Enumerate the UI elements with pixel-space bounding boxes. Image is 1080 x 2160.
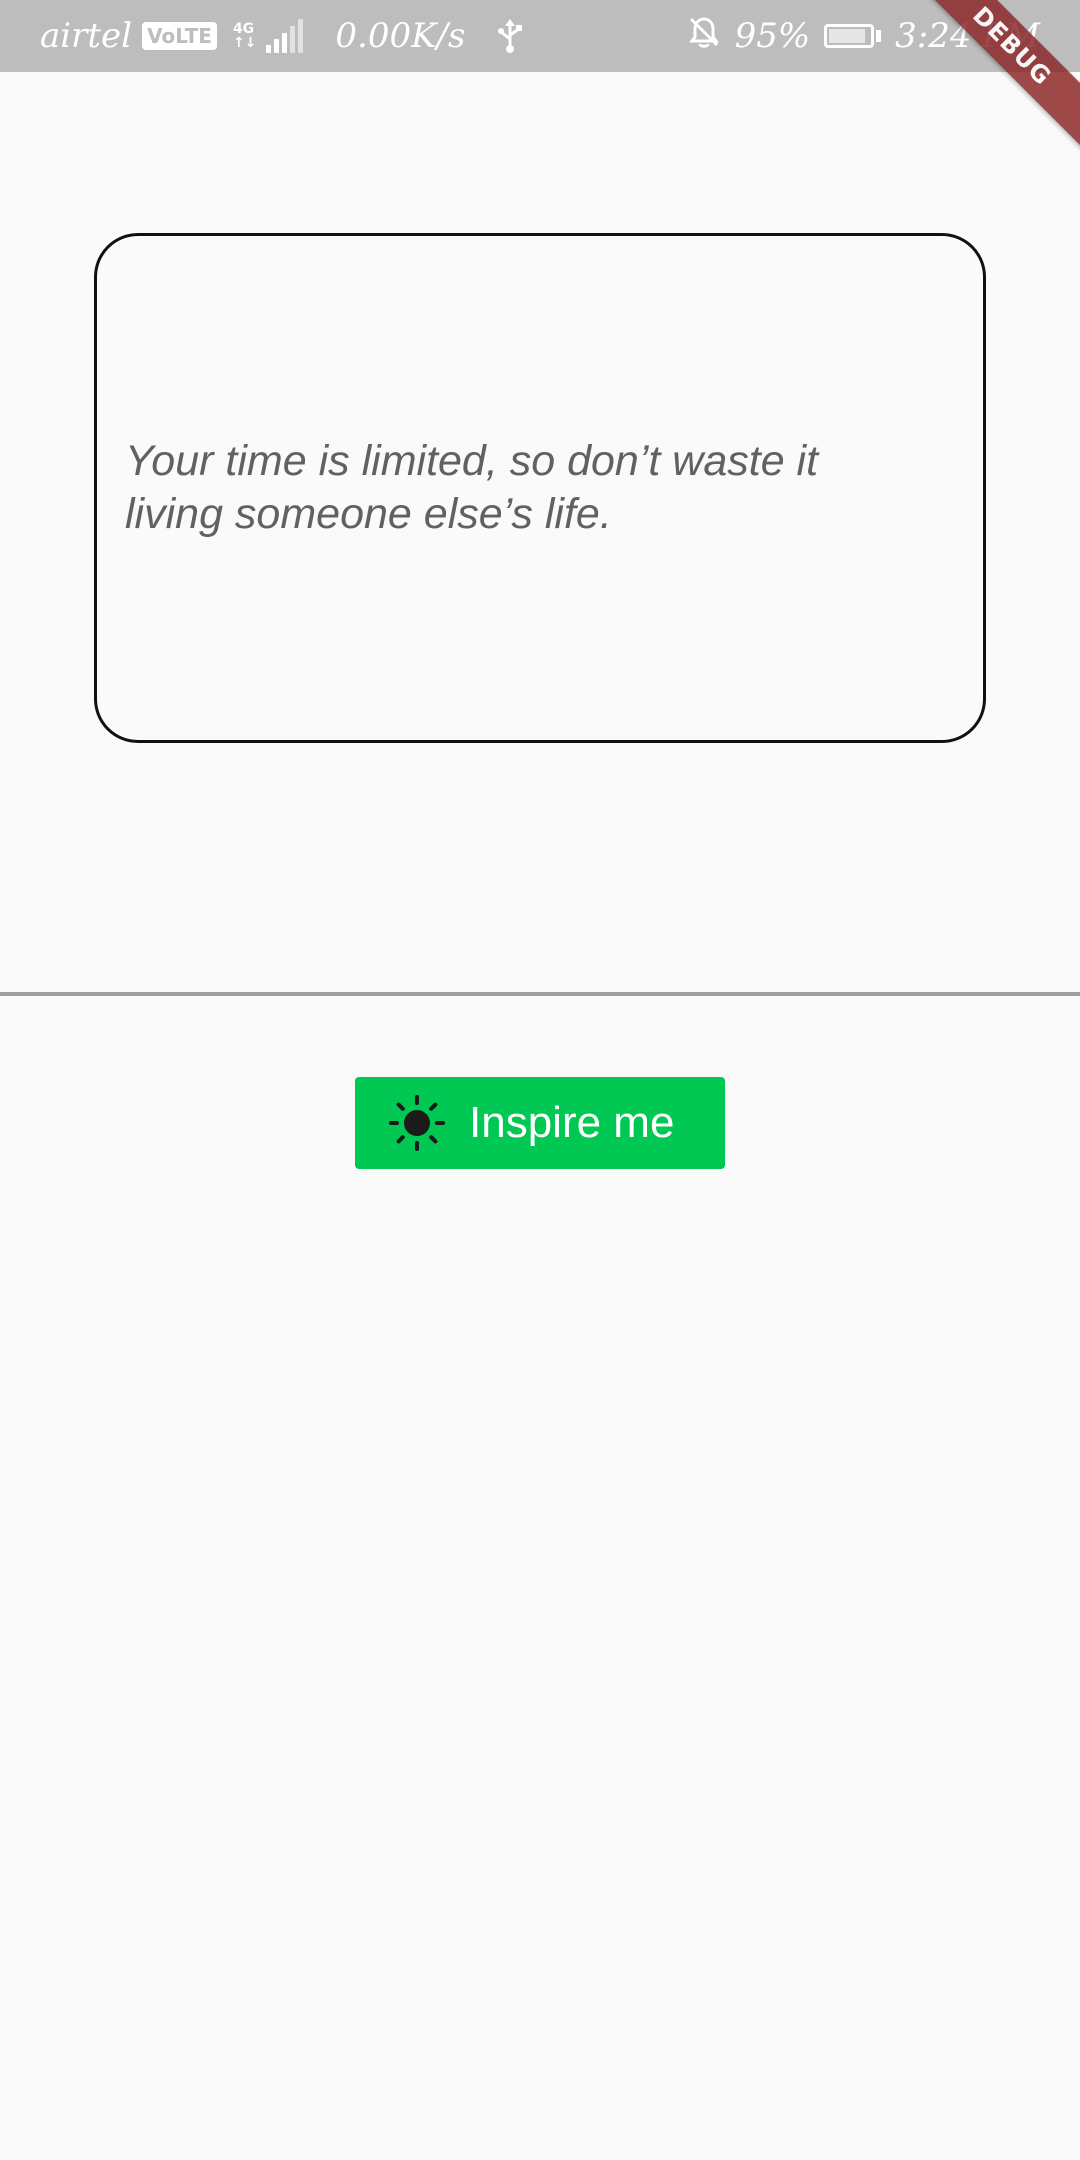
battery-fill (829, 29, 866, 43)
network-type: 4G ↑↓ (233, 22, 256, 50)
inspire-me-label: Inspire me (469, 1098, 675, 1147)
carrier-label: airtel (40, 16, 133, 56)
quote-text: Your time is limited, so don’t waste it … (125, 437, 819, 538)
battery-tip (876, 30, 882, 42)
battery-charging-icon (824, 24, 882, 48)
divider (0, 992, 1080, 996)
quote-card: Your time is limited, so don’t waste it … (94, 233, 986, 743)
volte-badge: VoLTE (142, 22, 217, 50)
usb-icon (497, 19, 523, 53)
signal-icon (266, 19, 304, 53)
network-speed: 0.00K/s (335, 16, 466, 56)
bell-off-icon (687, 15, 721, 58)
network-type-label: 4G (232, 21, 255, 37)
battery-body (824, 24, 875, 48)
status-bar: airtel VoLTE 4G ↑↓ 0.00K/s 95% 3:24 PM (0, 0, 1080, 72)
app-screen: airtel VoLTE 4G ↑↓ 0.00K/s 95% 3:24 PM D… (0, 0, 1080, 2160)
inspire-me-button[interactable]: Inspire me (355, 1077, 725, 1169)
sun-icon (385, 1091, 449, 1155)
status-bar-left: airtel VoLTE 4G ↑↓ 0.00K/s (40, 0, 523, 72)
battery-percent: 95% (734, 16, 811, 56)
network-activity-label: ↑↓ (232, 35, 257, 51)
